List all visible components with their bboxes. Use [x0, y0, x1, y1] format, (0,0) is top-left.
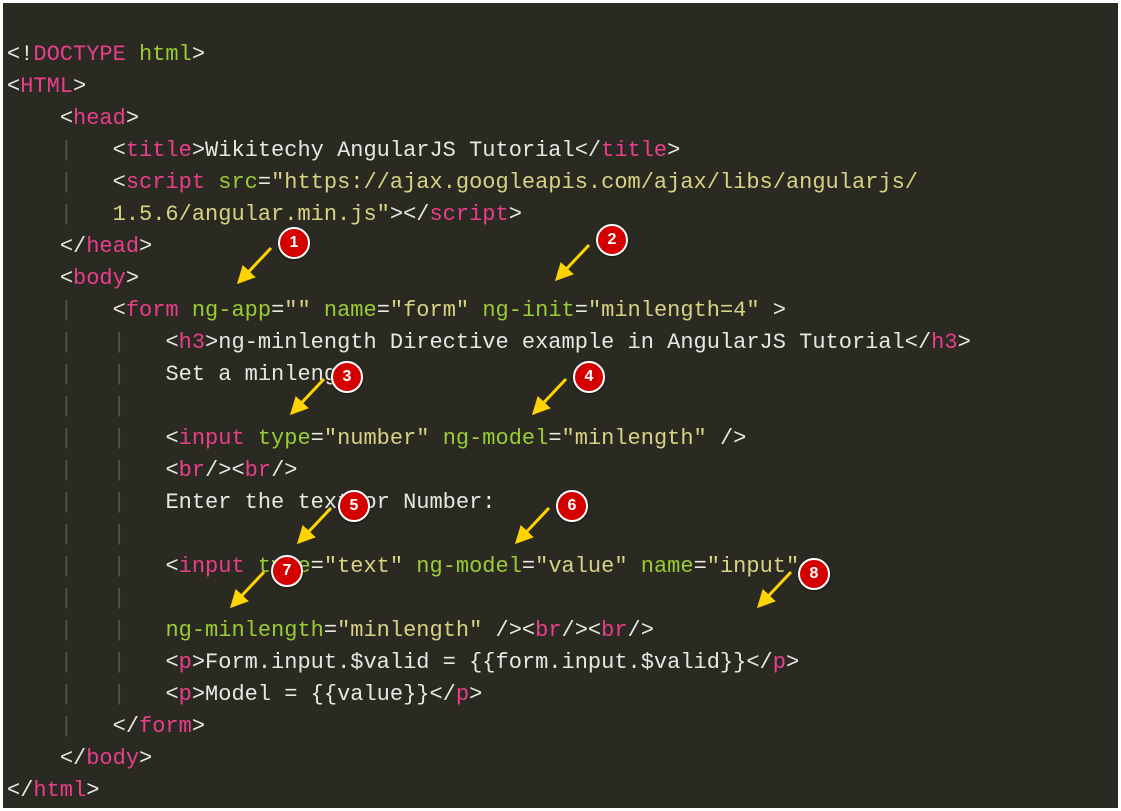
code-line: <!DOCTYPE html>: [7, 42, 205, 67]
code-line: | | <input type="number" ng-model="minle…: [7, 426, 746, 451]
callout-badge-2: 2: [596, 224, 628, 256]
callout-badge-7: 7: [271, 555, 303, 587]
arrow-icon: [528, 377, 568, 417]
code-line: | |: [7, 586, 165, 611]
callout-badge-5: 5: [338, 490, 370, 522]
editor-frame: <!DOCTYPE html> <HTML> <head> | <title>W…: [0, 0, 1121, 811]
code-line: | | ng-minlength="minlength" /><br/><br/…: [7, 618, 654, 643]
code-line: | |: [7, 394, 165, 419]
code-line: <head>: [7, 106, 139, 131]
code-line: | 1.5.6/angular.min.js"></script>: [7, 202, 522, 227]
arrow-icon: [293, 506, 333, 546]
arrow-icon: [753, 570, 793, 610]
arrow-icon: [551, 243, 591, 283]
callout-badge-1: 1: [278, 227, 310, 259]
code-line: | |: [7, 522, 165, 547]
callout-badge-6: 6: [556, 490, 588, 522]
code-line: </body>: [7, 746, 152, 771]
code-line: </head>: [7, 234, 152, 259]
code-line: | <script src="https://ajax.googleapis.c…: [7, 170, 918, 195]
callout-badge-8: 8: [798, 558, 830, 590]
arrow-icon: [286, 377, 326, 417]
callout-badge-3: 3: [331, 361, 363, 393]
code-line: | | <p>Form.input.$valid = {{form.input.…: [7, 650, 799, 675]
code-line: </html>: [7, 778, 99, 803]
code-line: | </form>: [7, 714, 205, 739]
code-line: | | <h3>ng-minlength Directive example i…: [7, 330, 971, 355]
code-block: <!DOCTYPE html> <HTML> <head> | <title>W…: [7, 7, 971, 807]
callout-badge-4: 4: [573, 361, 605, 393]
code-line: | <form ng-app="" name="form" ng-init="m…: [7, 298, 786, 323]
arrow-icon: [233, 246, 273, 286]
code-line: | | <p>Model = {{value}}</p>: [7, 682, 482, 707]
code-line: | | <br/><br/>: [7, 458, 297, 483]
code-line: <body>: [7, 266, 139, 291]
code-line: | | <input type="text" ng-model="value" …: [7, 554, 799, 579]
code-line: | | Enter the text or Number:: [7, 490, 496, 515]
arrow-icon: [511, 506, 551, 546]
code-line: <HTML>: [7, 74, 86, 99]
code-line: | <title>Wikitechy AngularJS Tutorial</t…: [7, 138, 680, 163]
arrow-icon: [226, 570, 266, 610]
